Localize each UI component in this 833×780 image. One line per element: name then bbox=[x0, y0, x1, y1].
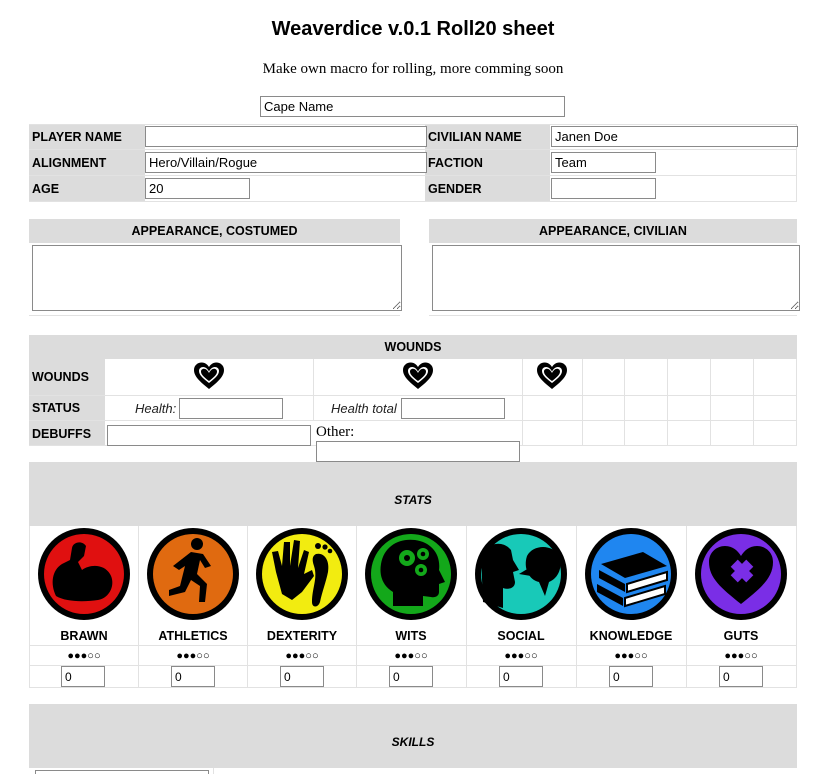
cape-name-input[interactable] bbox=[260, 96, 565, 117]
page-subtitle: Make own macro for rolling, more comming… bbox=[262, 61, 564, 77]
stat-name-brawn: BRAWN bbox=[60, 629, 108, 643]
alignment-label: ALIGNMENT bbox=[32, 156, 107, 170]
gender-label: GENDER bbox=[428, 182, 482, 196]
heart-outline-icon[interactable] bbox=[402, 361, 434, 391]
stat-input-knowledge[interactable] bbox=[609, 666, 653, 687]
head-gears-icon bbox=[365, 528, 457, 620]
stat-name-guts: GUTS bbox=[723, 629, 759, 643]
stat-dots-social[interactable]: ●●●○○ bbox=[468, 650, 574, 662]
books-icon bbox=[585, 528, 677, 620]
stat-dots-dexterity[interactable]: ●●●○○ bbox=[249, 650, 355, 662]
stat-name-wits: WITS bbox=[395, 629, 427, 643]
appearance-costumed-header: APPEARANCE, COSTUMED bbox=[29, 219, 400, 243]
flexing-arm-icon bbox=[38, 528, 130, 620]
age-label: AGE bbox=[32, 182, 60, 196]
health-total-input[interactable] bbox=[401, 398, 505, 419]
stat-input-brawn[interactable] bbox=[61, 666, 105, 687]
talking-heads-icon bbox=[475, 528, 567, 620]
stat-dots-guts[interactable]: ●●●○○ bbox=[688, 650, 794, 662]
stat-name-athletics: ATHLETICS bbox=[158, 629, 228, 643]
status-label: STATUS bbox=[32, 401, 81, 415]
skills-header: SKILLS bbox=[29, 704, 797, 768]
hand-and-foot-icon bbox=[256, 528, 348, 620]
alignment-input[interactable] bbox=[145, 152, 427, 173]
health-label: Health: bbox=[135, 401, 177, 416]
stat-name-dexterity: DEXTERITY bbox=[266, 629, 338, 643]
stat-input-wits[interactable] bbox=[389, 666, 433, 687]
stat-dots-wits[interactable]: ●●●○○ bbox=[358, 650, 464, 662]
stats-header: STATS bbox=[29, 462, 797, 526]
debuffs-input[interactable] bbox=[107, 425, 311, 446]
stat-name-knowledge: KNOWLEDGE bbox=[589, 629, 673, 643]
civilian-name-label: CIVILIAN NAME bbox=[428, 130, 522, 144]
faction-input[interactable] bbox=[551, 152, 656, 173]
wounds-header: WOUNDS bbox=[29, 335, 797, 359]
health-total-label: Health total bbox=[331, 401, 397, 416]
appearance-civilian-header: APPEARANCE, CIVILIAN bbox=[429, 219, 797, 243]
civilian-name-input[interactable] bbox=[551, 126, 798, 147]
stat-input-social[interactable] bbox=[499, 666, 543, 687]
runner-icon bbox=[147, 528, 239, 620]
stat-input-guts[interactable] bbox=[719, 666, 763, 687]
heart-outline-icon[interactable] bbox=[193, 361, 225, 391]
faction-label: FACTION bbox=[428, 156, 483, 170]
health-input[interactable] bbox=[179, 398, 283, 419]
gender-input[interactable] bbox=[551, 178, 656, 199]
stat-name-social: SOCIAL bbox=[497, 629, 545, 643]
age-input[interactable] bbox=[145, 178, 250, 199]
player-name-label: PLAYER NAME bbox=[32, 130, 122, 144]
wounds-row-label: WOUNDS bbox=[32, 370, 89, 384]
other-label: Other: bbox=[316, 424, 355, 440]
heart-outline-icon[interactable] bbox=[536, 361, 568, 391]
other-input[interactable] bbox=[316, 441, 520, 462]
stat-input-athletics[interactable] bbox=[171, 666, 215, 687]
skills-first-input[interactable] bbox=[35, 770, 209, 774]
heart-bandage-icon bbox=[695, 528, 787, 620]
stat-dots-athletics[interactable]: ●●●○○ bbox=[140, 650, 246, 662]
page-title: Weaverdice v.0.1 Roll20 sheet bbox=[271, 18, 555, 40]
player-name-input[interactable] bbox=[145, 126, 427, 147]
appearance-costumed-textarea[interactable] bbox=[32, 245, 402, 311]
stat-dots-knowledge[interactable]: ●●●○○ bbox=[578, 650, 684, 662]
debuffs-label: DEBUFFS bbox=[32, 427, 92, 441]
appearance-civilian-textarea[interactable] bbox=[432, 245, 800, 311]
stat-dots-brawn[interactable]: ●●●○○ bbox=[31, 650, 137, 662]
stat-input-dexterity[interactable] bbox=[280, 666, 324, 687]
